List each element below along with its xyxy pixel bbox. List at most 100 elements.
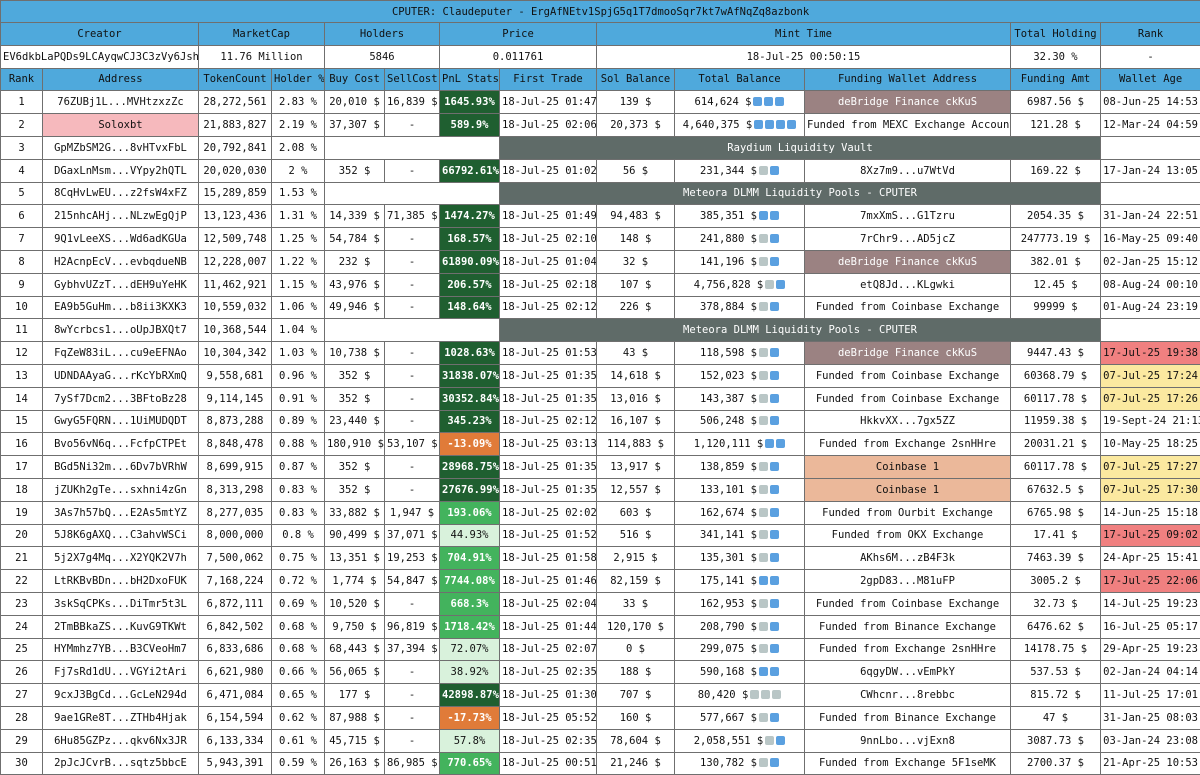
address-cell[interactable]: BGd5Ni32m...6Dv7bVRhW xyxy=(43,456,199,479)
wallet-blue-icon[interactable] xyxy=(770,758,779,767)
wallet-blue-icon[interactable] xyxy=(770,713,779,722)
wallet-gray-icon[interactable] xyxy=(759,644,768,653)
funding-wallet-cell[interactable]: Coinbase 1 xyxy=(805,456,1011,479)
funding-wallet-cell[interactable]: deBridge Finance ckKuS xyxy=(805,91,1011,114)
address-cell[interactable]: Bvo56vN6q...FcfpCTPEt xyxy=(43,433,199,456)
address-cell[interactable]: Soloxbt xyxy=(43,114,199,137)
funding-wallet-cell[interactable]: 6qgyDW...vEmPkY xyxy=(805,661,1011,684)
wallet-blue-icon[interactable] xyxy=(776,439,785,448)
wallet-blue-icon[interactable] xyxy=(770,257,779,266)
funding-wallet-cell[interactable]: Funded from Coinbase Exchange xyxy=(805,592,1011,615)
address-cell[interactable]: 7ySf7Dcm2...3BFtoBz28 xyxy=(43,387,199,410)
wallet-gray-icon[interactable] xyxy=(759,508,768,517)
column-header-tokencount[interactable]: TokenCount xyxy=(199,68,272,91)
wallet-blue-icon[interactable] xyxy=(770,530,779,539)
address-cell[interactable]: LtRKBvBDn...bH2DxoFUK xyxy=(43,570,199,593)
address-cell[interactable]: 8wYcrbcs1...oUpJBXQt7 xyxy=(43,319,199,342)
wallet-gray-icon[interactable] xyxy=(759,257,768,266)
wallet-blue-icon[interactable] xyxy=(770,348,779,357)
wallet-blue-icon[interactable] xyxy=(754,120,763,129)
wallet-gray-icon[interactable] xyxy=(759,599,768,608)
funding-wallet-cell[interactable]: etQ8Jd...KLgwki xyxy=(805,273,1011,296)
funding-wallet-cell[interactable]: deBridge Finance ckKuS xyxy=(805,342,1011,365)
wallet-blue-icon[interactable] xyxy=(770,371,779,380)
funding-wallet-cell[interactable]: Funded from Exchange 2snHHre xyxy=(805,433,1011,456)
funding-wallet-cell[interactable]: 7mxXmS...G1Tzru xyxy=(805,205,1011,228)
wallet-gray-icon[interactable] xyxy=(759,758,768,767)
address-cell[interactable]: GpMZbSM2G...8vHTvxFbL xyxy=(43,136,199,159)
wallet-gray-icon[interactable] xyxy=(759,371,768,380)
wallet-blue-icon[interactable] xyxy=(770,508,779,517)
wallet-blue-icon[interactable] xyxy=(770,485,779,494)
funding-wallet-cell[interactable]: Coinbase 1 xyxy=(805,478,1011,501)
column-header-rank[interactable]: Rank xyxy=(1,68,43,91)
wallet-gray-icon[interactable] xyxy=(761,690,770,699)
address-cell[interactable]: 5j2X7g4Mq...X2YQK2V7h xyxy=(43,547,199,570)
wallet-blue-icon[interactable] xyxy=(770,416,779,425)
address-cell[interactable]: FqZeW83iL...cu9eEFNAo xyxy=(43,342,199,365)
address-cell[interactable]: 5J8K6gAXQ...C3ahvWSCi xyxy=(43,524,199,547)
wallet-blue-icon[interactable] xyxy=(770,302,779,311)
wallet-gray-icon[interactable] xyxy=(759,553,768,562)
funding-wallet-cell[interactable]: Funded from Binance Exchange xyxy=(805,615,1011,638)
wallet-gray-icon[interactable] xyxy=(759,622,768,631)
wallet-blue-icon[interactable] xyxy=(787,120,796,129)
address-cell[interactable]: UDNDAAyaG...rKcYbRXmQ xyxy=(43,364,199,387)
funding-wallet-cell[interactable]: 8Xz7m9...u7WtVd xyxy=(805,159,1011,182)
funding-wallet-cell[interactable]: Funded from Coinbase Exchange xyxy=(805,296,1011,319)
wallet-blue-icon[interactable] xyxy=(759,211,768,220)
wallet-blue-icon[interactable] xyxy=(770,622,779,631)
wallet-blue-icon[interactable] xyxy=(764,97,773,106)
column-header-funding-amt[interactable]: Funding Amt xyxy=(1011,68,1101,91)
address-cell[interactable]: 2pJcJCvrB...sqtz5bbcE xyxy=(43,752,199,775)
address-cell[interactable]: GwyG5FQRN...1UiMUDQDT xyxy=(43,410,199,433)
funding-wallet-cell[interactable]: 9nnLbo...vjExn8 xyxy=(805,729,1011,752)
column-header-sol-balance[interactable]: Sol Balance xyxy=(597,68,675,91)
wallet-blue-icon[interactable] xyxy=(770,394,779,403)
wallet-gray-icon[interactable] xyxy=(759,462,768,471)
column-header-buy-cost[interactable]: Buy Cost xyxy=(325,68,385,91)
funding-wallet-cell[interactable]: Funded from Coinbase Exchange xyxy=(805,364,1011,387)
funding-wallet-cell[interactable]: Funded from Ourbit Exchange xyxy=(805,501,1011,524)
address-cell[interactable]: 2TmBBkaZS...KuvG9TKWt xyxy=(43,615,199,638)
address-cell[interactable]: 9ae1GRe8T...ZTHb4Hjak xyxy=(43,706,199,729)
wallet-blue-icon[interactable] xyxy=(765,120,774,129)
address-cell[interactable]: 9Q1vLeeXS...Wd6adKGUa xyxy=(43,228,199,251)
wallet-gray-icon[interactable] xyxy=(772,690,781,699)
wallet-gray-icon[interactable] xyxy=(765,736,774,745)
address-cell[interactable]: Fj7sRd1dU...VGYi2tAri xyxy=(43,661,199,684)
wallet-blue-icon[interactable] xyxy=(776,736,785,745)
wallet-blue-icon[interactable] xyxy=(770,553,779,562)
wallet-blue-icon[interactable] xyxy=(759,576,768,585)
address-cell[interactable]: HYMmhz7YB...B3CVeoHm7 xyxy=(43,638,199,661)
funding-wallet-cell[interactable]: 2gpD83...M81uFP xyxy=(805,570,1011,593)
wallet-blue-icon[interactable] xyxy=(770,234,779,243)
funding-wallet-cell[interactable]: Funded from Exchange 5F1seMK xyxy=(805,752,1011,775)
wallet-blue-icon[interactable] xyxy=(776,280,785,289)
wallet-blue-icon[interactable] xyxy=(765,439,774,448)
address-cell[interactable]: EA9b5GuHm...b8ii3KXK3 xyxy=(43,296,199,319)
funding-wallet-cell[interactable]: HkkvXX...7gx5ZZ xyxy=(805,410,1011,433)
wallet-blue-icon[interactable] xyxy=(770,667,779,676)
address-cell[interactable]: DGaxLnMsm...VYpy2hQTL xyxy=(43,159,199,182)
wallet-blue-icon[interactable] xyxy=(770,644,779,653)
wallet-blue-icon[interactable] xyxy=(770,166,779,175)
wallet-blue-icon[interactable] xyxy=(776,120,785,129)
funding-wallet-cell[interactable]: CWhcnr...8rebbc xyxy=(805,684,1011,707)
column-header-holder[interactable]: Holder % xyxy=(272,68,325,91)
wallet-gray-icon[interactable] xyxy=(765,280,774,289)
column-header-total-balance[interactable]: Total Balance xyxy=(675,68,805,91)
address-cell[interactable]: 3skSqCPKs...DiTmr5t3L xyxy=(43,592,199,615)
funding-wallet-cell[interactable]: Funded from Coinbase Exchange xyxy=(805,387,1011,410)
address-cell[interactable]: GybhvUZzT...dEH9uYeHK xyxy=(43,273,199,296)
address-cell[interactable]: 9cxJ3BgCd...GcLeN294d xyxy=(43,684,199,707)
wallet-gray-icon[interactable] xyxy=(759,166,768,175)
wallet-gray-icon[interactable] xyxy=(759,302,768,311)
funding-wallet-cell[interactable]: Funded from OKX Exchange xyxy=(805,524,1011,547)
address-cell[interactable]: 6Hu85GZPz...qkv6Nx3JR xyxy=(43,729,199,752)
funding-wallet-cell[interactable]: deBridge Finance ckKuS xyxy=(805,250,1011,273)
funding-wallet-cell[interactable]: Funded from MEXC Exchange Account xyxy=(805,114,1011,137)
address-cell[interactable]: 8CqHvLwEU...z2fsW4xFZ xyxy=(43,182,199,205)
wallet-gray-icon[interactable] xyxy=(759,713,768,722)
wallet-blue-icon[interactable] xyxy=(770,462,779,471)
